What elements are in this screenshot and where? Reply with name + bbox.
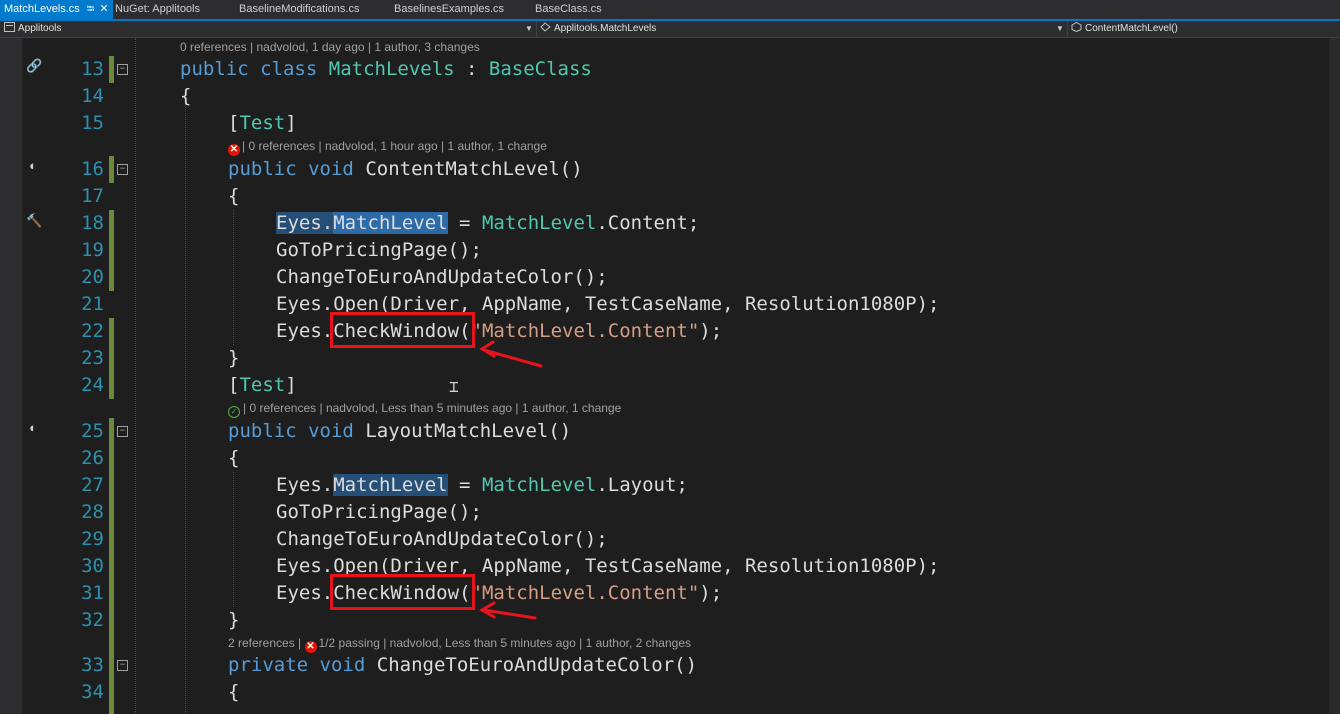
type-name: Applitools.MatchLevels [554,23,657,34]
type-dropdown[interactable]: Applitools.MatchLevels ▼ [540,21,1065,37]
chevron-down-icon: ▼ [525,24,533,33]
vertical-scrollbar[interactable] [1329,38,1340,714]
document-tab-strip: MatchLevels.cs ⭾ ✕ NuGet: Applitools Basel… [0,0,1340,21]
arrow-annotation-2 [479,601,537,620]
pin-icon[interactable]: ⭾ [87,4,95,15]
method-icon [1071,22,1082,32]
project-name: Applitools [18,23,62,34]
close-icon[interactable]: ✕ [99,3,108,15]
tab-baseclass[interactable]: BaseClass.cs [535,0,602,19]
project-dropdown[interactable]: Applitools ▼ [4,21,534,37]
class-icon [540,22,551,32]
tab-label: BaseClass.cs [535,3,602,15]
annotation-arrows [479,340,543,620]
tab-baselinesexamples[interactable]: BaselinesExamples.cs [394,0,504,19]
tab-label: NuGet: Applitools [115,3,200,15]
text-cursor-icon: ⌶ [449,377,459,396]
tab-baselinemodifications[interactable]: BaselineModifications.cs [239,0,359,19]
code-editor[interactable]: 🔗 ◐ 🔨 ◐ − − − − 13 14 15 16 17 18 19 20 … [0,38,1340,714]
chevron-down-icon: ▼ [1056,24,1064,33]
csharp-project-icon [4,22,15,32]
arrow-annotation-1 [479,340,543,368]
tab-label: MatchLevels.cs [4,3,80,15]
tab-nuget-applitools[interactable]: NuGet: Applitools [115,0,200,19]
tab-label: BaselineModifications.cs [239,3,360,15]
member-name: ContentMatchLevel() [1085,23,1178,34]
member-dropdown[interactable]: ContentMatchLevel() [1071,21,1340,37]
tab-matchlevels[interactable]: MatchLevels.cs ⭾ ✕ [0,0,113,19]
tab-label: BaselinesExamples.cs [394,3,505,15]
navigation-bar: Applitools ▼ Applitools.MatchLevels ▼ Co… [0,21,1340,38]
